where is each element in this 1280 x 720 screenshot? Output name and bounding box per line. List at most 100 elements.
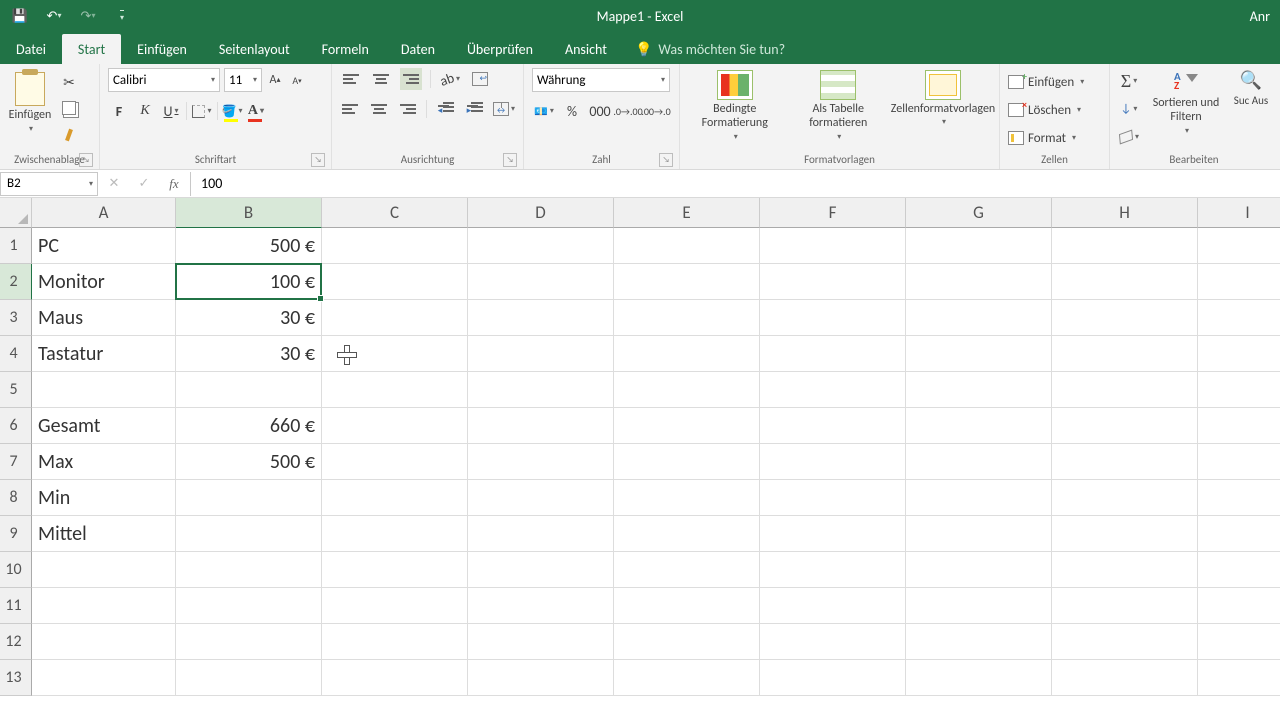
cell[interactable] <box>322 480 468 516</box>
cell[interactable]: 30 € <box>176 300 322 336</box>
cell[interactable] <box>1198 228 1280 264</box>
copy-button[interactable] <box>58 98 80 118</box>
column-header[interactable]: I <box>1198 198 1280 228</box>
cell[interactable] <box>906 516 1052 552</box>
cell[interactable] <box>468 264 614 300</box>
cell[interactable] <box>1198 264 1280 300</box>
autosum-button[interactable]: Σ▾ <box>1118 70 1140 92</box>
format-painter-button[interactable] <box>58 124 80 144</box>
cell[interactable] <box>1198 588 1280 624</box>
cell[interactable] <box>176 624 322 660</box>
row-header[interactable]: 4 <box>0 336 32 372</box>
row-header[interactable]: 10 <box>0 552 32 588</box>
column-header[interactable]: D <box>468 198 614 228</box>
tab-insert[interactable]: Einfügen <box>121 34 203 64</box>
font-size-combo[interactable]: 11▾ <box>224 68 262 92</box>
cell[interactable] <box>1052 444 1198 480</box>
clear-button[interactable]: ▾ <box>1118 126 1140 148</box>
cell[interactable] <box>1198 480 1280 516</box>
cell[interactable]: Min <box>32 480 176 516</box>
cell[interactable] <box>906 300 1052 336</box>
tell-me[interactable]: 💡 Was möchten Sie tun? <box>623 34 797 64</box>
row-header[interactable]: 2 <box>0 264 32 300</box>
cell[interactable] <box>760 372 906 408</box>
orientation-button[interactable]: ab▾ <box>439 68 461 90</box>
cell[interactable] <box>614 336 760 372</box>
accounting-format-button[interactable]: 💶▾ <box>532 100 556 122</box>
font-name-combo[interactable]: Calibri▾ <box>108 68 220 92</box>
paste-button[interactable]: Einfügen ▾ <box>8 68 52 142</box>
cell[interactable]: Maus <box>32 300 176 336</box>
align-bottom-button[interactable] <box>400 68 422 90</box>
cell[interactable] <box>614 300 760 336</box>
font-launcher[interactable]: ↘ <box>311 153 325 167</box>
decrease-indent-button[interactable]: ◂ <box>435 98 456 120</box>
bold-button[interactable]: F <box>108 100 130 122</box>
cell[interactable] <box>32 372 176 408</box>
cell[interactable] <box>760 516 906 552</box>
cell[interactable] <box>468 552 614 588</box>
cancel-formula-button[interactable]: ✕ <box>106 176 122 192</box>
cell[interactable] <box>468 516 614 552</box>
cell[interactable] <box>1198 660 1280 696</box>
enter-formula-button[interactable]: ✓ <box>136 176 152 192</box>
cut-button[interactable]: ✂ <box>58 72 80 92</box>
cell[interactable] <box>322 516 468 552</box>
column-header[interactable]: F <box>760 198 906 228</box>
cell[interactable] <box>1052 624 1198 660</box>
cell[interactable] <box>906 372 1052 408</box>
cell[interactable] <box>906 408 1052 444</box>
cell[interactable] <box>322 408 468 444</box>
increase-font-button[interactable]: A▴ <box>266 70 284 90</box>
cell[interactable] <box>614 552 760 588</box>
decrease-font-button[interactable]: A▾ <box>288 70 306 90</box>
tab-page-layout[interactable]: Seitenlayout <box>203 34 306 64</box>
row-header[interactable]: 7 <box>0 444 32 480</box>
cell[interactable] <box>1052 336 1198 372</box>
cell[interactable] <box>1052 408 1198 444</box>
cell[interactable] <box>760 588 906 624</box>
cell[interactable]: PC <box>32 228 176 264</box>
increase-indent-button[interactable]: ▸ <box>464 98 485 120</box>
cell[interactable] <box>614 588 760 624</box>
format-cells-button[interactable]: Format▾ <box>1008 126 1101 150</box>
column-header[interactable]: A <box>32 198 176 228</box>
cell[interactable] <box>1052 516 1198 552</box>
cell[interactable] <box>760 480 906 516</box>
cell[interactable] <box>322 264 468 300</box>
cell[interactable] <box>468 336 614 372</box>
cell[interactable] <box>614 624 760 660</box>
cell[interactable]: Gesamt <box>32 408 176 444</box>
cell[interactable] <box>468 624 614 660</box>
cell[interactable] <box>1198 408 1280 444</box>
cell[interactable] <box>32 552 176 588</box>
row-header[interactable]: 13 <box>0 660 32 696</box>
cell[interactable] <box>468 408 614 444</box>
cell[interactable] <box>906 264 1052 300</box>
cell[interactable] <box>1052 372 1198 408</box>
cell[interactable] <box>614 408 760 444</box>
cell[interactable] <box>1052 264 1198 300</box>
cell[interactable] <box>760 300 906 336</box>
cell[interactable] <box>176 588 322 624</box>
cell[interactable] <box>176 480 322 516</box>
cell[interactable] <box>906 480 1052 516</box>
cell[interactable] <box>1052 660 1198 696</box>
percent-format-button[interactable]: % <box>560 100 584 122</box>
cell[interactable] <box>906 552 1052 588</box>
cell[interactable]: Mittel <box>32 516 176 552</box>
row-header[interactable]: 1 <box>0 228 32 264</box>
cell[interactable] <box>468 588 614 624</box>
column-header[interactable]: G <box>906 198 1052 228</box>
cell[interactable] <box>614 660 760 696</box>
cell[interactable] <box>1052 300 1198 336</box>
cell[interactable] <box>322 660 468 696</box>
cell[interactable] <box>760 624 906 660</box>
cell[interactable]: 660 € <box>176 408 322 444</box>
align-right-button[interactable] <box>398 98 419 120</box>
number-launcher[interactable]: ↘ <box>659 153 673 167</box>
underline-button[interactable]: U▾ <box>160 100 182 122</box>
row-header[interactable]: 5 <box>0 372 32 408</box>
cell[interactable] <box>906 336 1052 372</box>
cell[interactable] <box>760 408 906 444</box>
